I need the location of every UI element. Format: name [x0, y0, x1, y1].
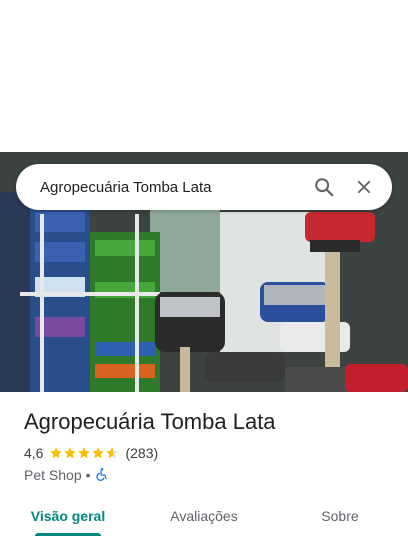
star-icon: [92, 447, 105, 459]
tab-overview[interactable]: Visão geral: [0, 494, 136, 538]
place-info: Agropecuária Tomba Lata 4,6 (283) Pet Sh…: [24, 408, 392, 484]
place-title: Agropecuária Tomba Lata: [24, 409, 276, 434]
separator-dot: •: [85, 467, 91, 483]
rating-value: 4,6: [24, 445, 44, 461]
search-icon[interactable]: [304, 167, 344, 207]
star-icon: [106, 447, 119, 459]
star-icon: [50, 447, 63, 459]
rating-stars: [49, 446, 119, 460]
category-row: Pet Shop •: [24, 466, 392, 484]
tab-bar: Visão geral Avaliações Sobre: [0, 494, 408, 538]
close-icon[interactable]: [344, 167, 384, 207]
tab-about[interactable]: Sobre: [272, 494, 408, 538]
review-count[interactable]: (283): [125, 445, 158, 461]
star-icon: [64, 447, 77, 459]
tab-reviews[interactable]: Avaliações: [136, 494, 272, 538]
search-input[interactable]: Agropecuária Tomba Lata: [40, 179, 304, 196]
star-icon: [78, 447, 91, 459]
category-label[interactable]: Pet Shop: [24, 467, 82, 483]
rating-row[interactable]: 4,6 (283): [24, 444, 392, 462]
search-bar[interactable]: Agropecuária Tomba Lata: [16, 164, 392, 210]
wheelchair-accessible-icon: [95, 467, 109, 484]
